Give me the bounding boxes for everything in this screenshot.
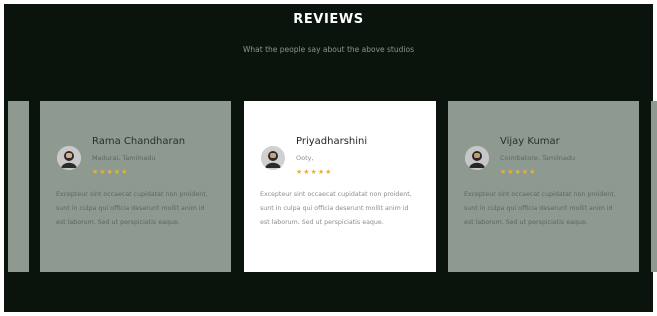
review-text: Excepteur sint occaecat cupidatat non pr… — [56, 191, 208, 226]
review-card-active[interactable]: Priyadharshini Ooty, ★★★★★ Excepteur sin… — [244, 101, 436, 272]
review-text: Excepteur sint occaecat cupidatat non pr… — [260, 191, 412, 226]
reviewer-location: Coimbatore, Tamilnadu — [500, 154, 576, 162]
frame-top — [0, 0, 657, 4]
section-title: REVIEWS — [293, 12, 364, 27]
rating-stars: ★★★★★ — [500, 168, 537, 176]
reviewer-name: Rama Chandharan — [92, 136, 186, 147]
reviewer-name: Priyadharshini — [296, 136, 368, 147]
reviewer-location: Madurai, Tamilnadu — [92, 154, 156, 162]
avatar — [465, 146, 489, 170]
section-subtitle: What the people say about the above stud… — [243, 45, 414, 54]
rating-stars: ★★★★★ — [92, 168, 129, 176]
review-text: Excepteur sint occaecat cupidatat non pr… — [464, 191, 616, 226]
reviewer-name: Vijay Kumar — [500, 136, 560, 147]
rating-stars: ★★★★★ — [296, 168, 333, 176]
avatar — [261, 146, 285, 170]
reviewer-location: Ooty, — [296, 154, 314, 162]
frame-bottom — [0, 312, 657, 316]
review-card-next-partial[interactable] — [651, 101, 657, 272]
avatar — [57, 146, 81, 170]
review-card[interactable]: Rama Chandharan Madurai, Tamilnadu ★★★★★… — [40, 101, 231, 272]
review-card-prev-partial[interactable] — [8, 101, 29, 272]
review-card[interactable]: Vijay Kumar Coimbatore, Tamilnadu ★★★★★ … — [448, 101, 639, 272]
